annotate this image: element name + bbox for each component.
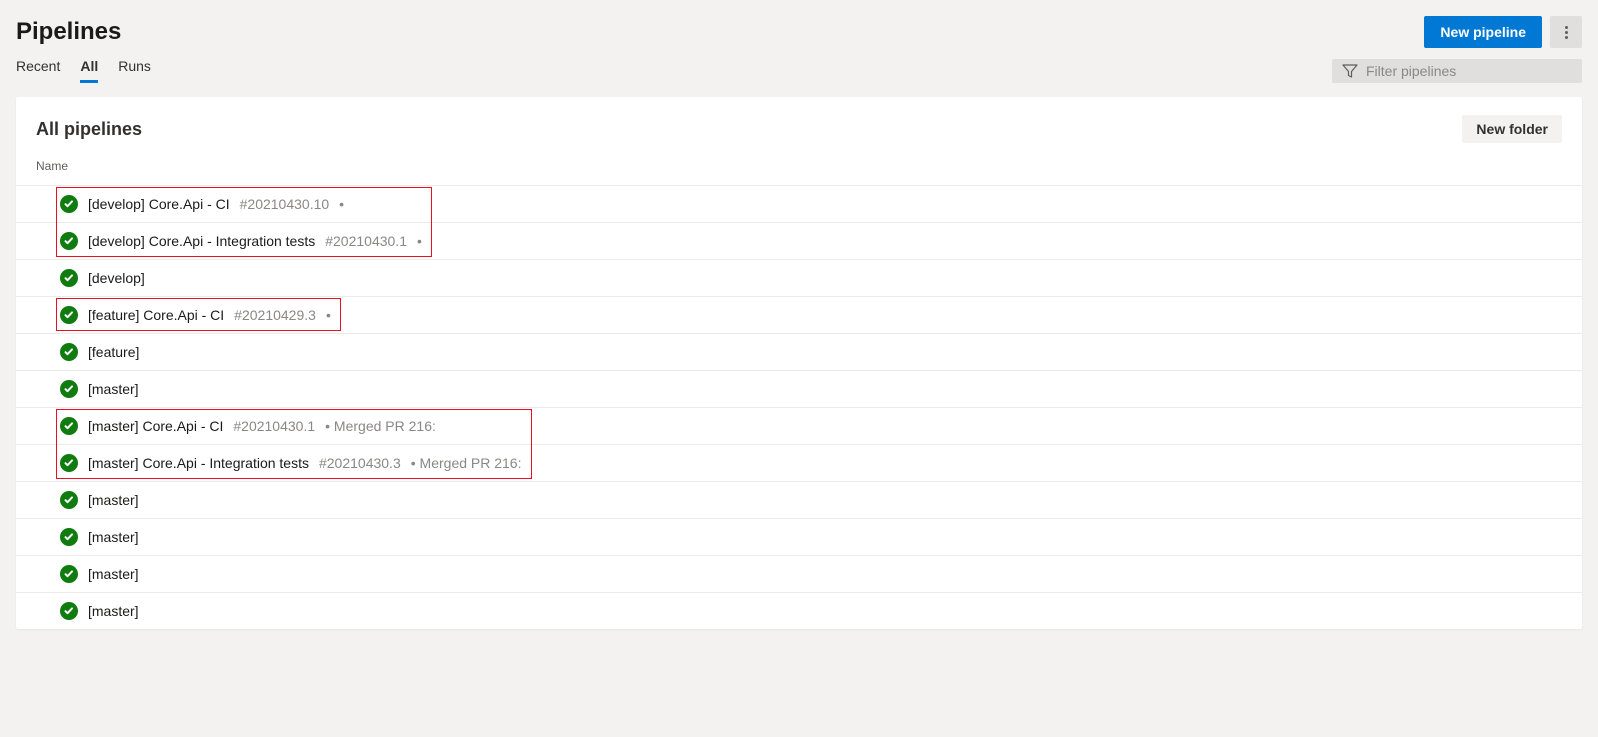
pipeline-name: [master]	[88, 529, 139, 545]
run-id: #20210429.3	[234, 307, 316, 323]
pipeline-name: [develop] Core.Api - Integration tests	[88, 233, 315, 249]
pipeline-name: [feature]	[88, 344, 139, 360]
pipeline-row[interactable]: [master] Core.Api - CI #20210430.1 • Merge…	[16, 407, 1582, 444]
pipeline-row[interactable]: [master]	[16, 555, 1582, 592]
tab-runs[interactable]: Runs	[118, 58, 151, 83]
success-icon	[60, 528, 78, 546]
run-meta: •	[326, 307, 331, 323]
pipeline-name: [master] Core.Api - CI	[88, 418, 223, 434]
pipeline-name: [master]	[88, 566, 139, 582]
pipeline-row[interactable]: [develop] Core.Api - Integration tests #2…	[16, 222, 1582, 259]
tab-recent[interactable]: Recent	[16, 58, 60, 83]
success-icon	[60, 417, 78, 435]
pipeline-row[interactable]: [develop] Core.Api - CI #20210430.10 •	[16, 185, 1582, 222]
pipeline-name: [master]	[88, 381, 139, 397]
pipeline-row[interactable]: [feature]	[16, 333, 1582, 370]
pipeline-row[interactable]: [master] Core.Api - Integration tests #20…	[16, 444, 1582, 481]
run-id: #20210430.1	[233, 418, 315, 434]
page-title: Pipelines	[16, 18, 121, 46]
run-meta: •	[339, 196, 344, 212]
success-icon	[60, 343, 78, 361]
pipeline-row[interactable]: [master]	[16, 481, 1582, 518]
pipeline-name: [master] Core.Api - Integration tests	[88, 455, 309, 471]
more-actions-button[interactable]	[1550, 16, 1582, 48]
run-id: #20210430.3	[319, 455, 401, 471]
success-icon	[60, 454, 78, 472]
pipeline-name: [master]	[88, 492, 139, 508]
header-actions: New pipeline	[1424, 16, 1582, 48]
run-meta: • Merged PR 216:	[411, 455, 522, 471]
new-folder-button[interactable]: New folder	[1462, 115, 1562, 143]
pipeline-row[interactable]: [master]	[16, 370, 1582, 407]
tab-all[interactable]: All	[80, 58, 98, 83]
filter-icon	[1342, 63, 1358, 79]
success-icon	[60, 491, 78, 509]
success-icon	[60, 232, 78, 250]
run-meta: •	[417, 233, 422, 249]
vertical-dots-icon	[1565, 26, 1568, 39]
success-icon	[60, 306, 78, 324]
column-header-name: Name	[16, 149, 1582, 185]
pipeline-name: [feature] Core.Api - CI	[88, 307, 224, 323]
filter-box[interactable]	[1332, 59, 1582, 83]
new-pipeline-button[interactable]: New pipeline	[1424, 16, 1542, 48]
pipeline-row[interactable]: [feature] Core.Api - CI #20210429.3 •	[16, 296, 1582, 333]
pipeline-row[interactable]: [develop]	[16, 259, 1582, 296]
success-icon	[60, 380, 78, 398]
pipeline-row[interactable]: [master]	[16, 592, 1582, 629]
pipeline-name: [master]	[88, 603, 139, 619]
tabs: Recent All Runs	[16, 58, 151, 83]
success-icon	[60, 602, 78, 620]
pipeline-name: [develop]	[88, 270, 145, 286]
filter-input[interactable]	[1366, 63, 1572, 79]
run-id: #20210430.10	[240, 196, 330, 212]
panel-title: All pipelines	[36, 119, 142, 140]
pipeline-row[interactable]: [master]	[16, 518, 1582, 555]
success-icon	[60, 269, 78, 287]
run-meta: • Merged PR 216:	[325, 418, 436, 434]
success-icon	[60, 195, 78, 213]
run-id: #20210430.1	[325, 233, 407, 249]
pipelines-panel: All pipelines New folder Name [develop] …	[16, 97, 1582, 629]
pipeline-name: [develop] Core.Api - CI	[88, 196, 230, 212]
success-icon	[60, 565, 78, 583]
